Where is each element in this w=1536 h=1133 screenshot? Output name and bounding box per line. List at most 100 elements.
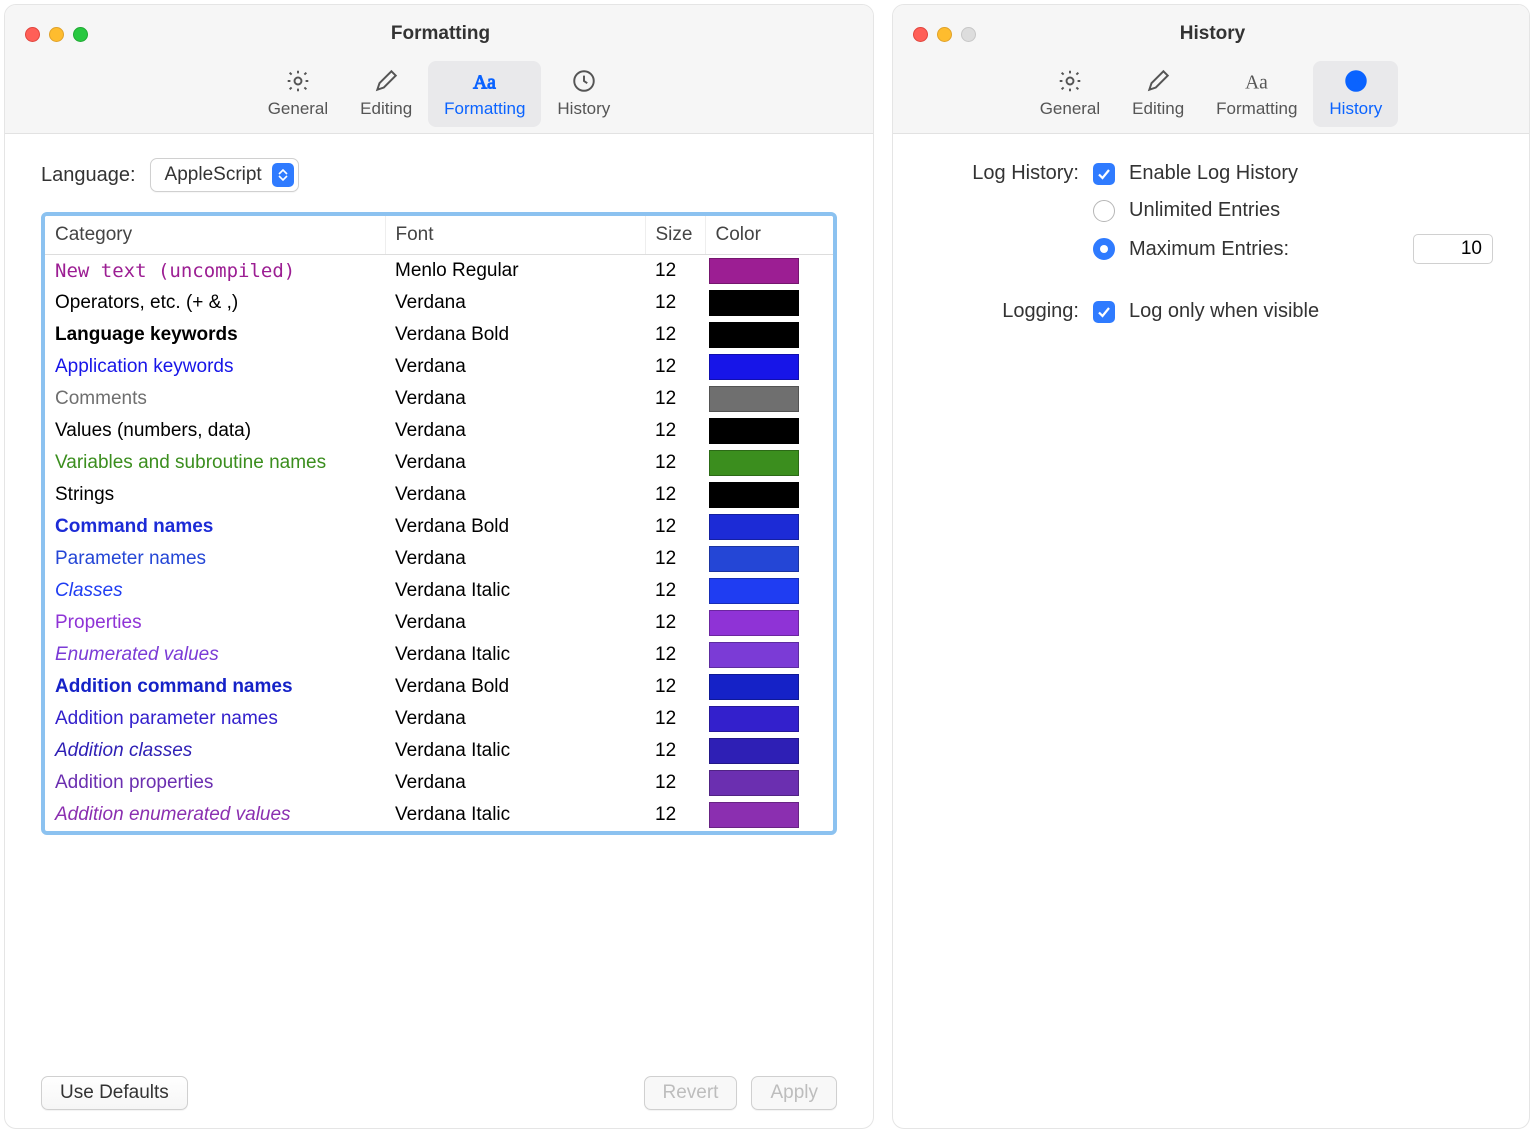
table-row[interactable]: Values (numbers, data)Verdana12 [45,415,833,447]
cell-size: 12 [645,511,705,543]
color-swatch[interactable] [709,258,799,284]
table-row[interactable]: Addition classesVerdana Italic12 [45,735,833,767]
color-swatch[interactable] [709,386,799,412]
color-swatch[interactable] [709,546,799,572]
cell-color [705,319,833,351]
col-font[interactable]: Font [385,216,645,255]
cell-size: 12 [645,287,705,319]
formatting-table[interactable]: Category Font Size Color New text (uncom… [41,212,837,835]
tab-history[interactable]: History [1313,61,1398,127]
window-title: Formatting [28,23,853,45]
tab-general[interactable]: General [252,61,344,127]
table-row[interactable]: StringsVerdana12 [45,479,833,511]
cell-font: Verdana [385,543,645,575]
cell-color [705,447,833,479]
svg-text:Aa: Aa [473,73,496,94]
table-row[interactable]: Command namesVerdana Bold12 [45,511,833,543]
col-color[interactable]: Color [705,216,833,255]
formatting-body: Language: AppleScript Category Font Size… [5,134,873,1062]
cell-color [705,383,833,415]
cell-category: Strings [45,479,385,511]
tab-editing[interactable]: Editing [344,61,428,127]
revert-button[interactable]: Revert [644,1076,738,1110]
table-row[interactable]: Addition propertiesVerdana12 [45,767,833,799]
language-label: Language: [41,164,136,187]
table-row[interactable]: Operators, etc. (+ & ,)Verdana12 [45,287,833,319]
col-size[interactable]: Size [645,216,705,255]
color-swatch[interactable] [709,770,799,796]
table-row[interactable]: Addition parameter namesVerdana12 [45,703,833,735]
cell-size: 12 [645,383,705,415]
max-entries-field[interactable] [1413,234,1493,264]
color-swatch[interactable] [709,802,799,828]
cell-category: Addition classes [45,735,385,767]
table-row[interactable]: New text (uncompiled)Menlo Regular12 [45,255,833,288]
cell-font: Verdana [385,447,645,479]
tab-editing[interactable]: Editing [1116,61,1200,127]
color-swatch[interactable] [709,578,799,604]
color-swatch[interactable] [709,482,799,508]
cell-font: Menlo Regular [385,255,645,288]
color-swatch[interactable] [709,706,799,732]
table-row[interactable]: Parameter namesVerdana12 [45,543,833,575]
cell-category: Addition properties [45,767,385,799]
color-swatch[interactable] [709,290,799,316]
color-swatch[interactable] [709,418,799,444]
tab-history[interactable]: History [541,61,626,127]
tab-formatting[interactable]: Aa Formatting [1200,61,1313,127]
color-swatch[interactable] [709,354,799,380]
table-row[interactable]: Addition command namesVerdana Bold12 [45,671,833,703]
enable-log-checkbox[interactable] [1093,163,1115,185]
cell-font: Verdana Italic [385,639,645,671]
cell-font: Verdana Bold [385,319,645,351]
table-row[interactable]: PropertiesVerdana12 [45,607,833,639]
apply-button[interactable]: Apply [751,1076,837,1110]
color-swatch[interactable] [709,514,799,540]
maximum-radio[interactable] [1093,238,1115,260]
tab-label: General [268,99,328,119]
log-visible-text: Log only when visible [1129,300,1319,323]
cell-category: New text (uncompiled) [45,255,385,288]
cell-color [705,415,833,447]
color-swatch[interactable] [709,674,799,700]
logging-label: Logging: [929,300,1079,323]
cell-color [705,351,833,383]
cell-font: Verdana Italic [385,575,645,607]
cell-font: Verdana [385,607,645,639]
tab-general[interactable]: General [1024,61,1116,127]
color-swatch[interactable] [709,610,799,636]
tab-formatting[interactable]: Aa Formatting [428,61,541,127]
unlimited-radio[interactable] [1093,200,1115,222]
cell-font: Verdana Bold [385,511,645,543]
color-swatch[interactable] [709,642,799,668]
table-row[interactable]: CommentsVerdana12 [45,383,833,415]
unlimited-text: Unlimited Entries [1129,199,1280,222]
use-defaults-button[interactable]: Use Defaults [41,1076,188,1110]
table-row[interactable]: Addition enumerated valuesVerdana Italic… [45,799,833,831]
cell-color [705,703,833,735]
language-select[interactable]: AppleScript [150,158,299,192]
cell-size: 12 [645,607,705,639]
cell-font: Verdana Italic [385,799,645,831]
table-row[interactable]: Application keywordsVerdana12 [45,351,833,383]
table-row[interactable]: Language keywordsVerdana Bold12 [45,319,833,351]
cell-size: 12 [645,543,705,575]
cell-category: Classes [45,575,385,607]
color-swatch[interactable] [709,322,799,348]
toolbar-tabs: General Editing Aa Formatting History [25,47,853,133]
buttons-row: Use Defaults Revert Apply [5,1062,873,1128]
cell-color [705,639,833,671]
cell-category: Application keywords [45,351,385,383]
cell-size: 12 [645,415,705,447]
color-swatch[interactable] [709,738,799,764]
table-row[interactable]: Variables and subroutine namesVerdana12 [45,447,833,479]
col-category[interactable]: Category [45,216,385,255]
cell-category: Properties [45,607,385,639]
cell-font: Verdana [385,383,645,415]
enable-log-text: Enable Log History [1129,162,1298,185]
log-visible-checkbox[interactable] [1093,301,1115,323]
table-row[interactable]: ClassesVerdana Italic12 [45,575,833,607]
table-row[interactable]: Enumerated valuesVerdana Italic12 [45,639,833,671]
color-swatch[interactable] [709,450,799,476]
cell-font: Verdana Italic [385,735,645,767]
